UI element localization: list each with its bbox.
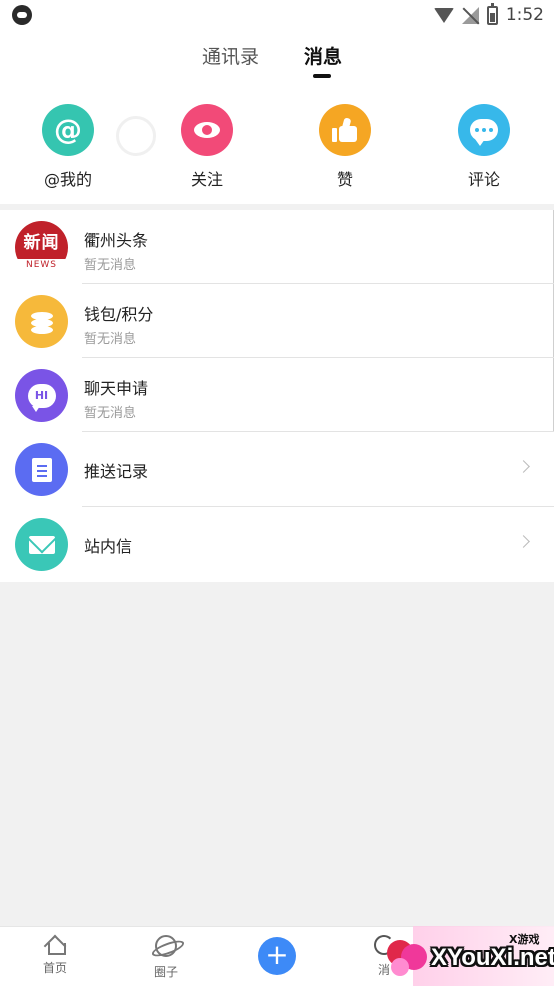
battery-icon (486, 2, 498, 25)
at-icon: @ (42, 104, 94, 156)
tab-contacts[interactable]: 通讯录 (202, 42, 259, 69)
nav-home[interactable]: 首页 (25, 935, 85, 976)
nav-label: 首页 (42, 961, 67, 975)
nav-circle[interactable]: 圈子 (136, 935, 196, 980)
quick-action-follow[interactable]: 关注 (162, 104, 252, 190)
list-item-wallet[interactable]: 钱包/积分 暂无消息 (0, 284, 554, 358)
quick-action-label: 赞 (336, 170, 353, 189)
gamepad-logo-icon (387, 934, 427, 978)
watermark-text: XYouXi.net (431, 944, 554, 971)
list-item-title: 聊天申请 (84, 379, 149, 398)
list-item-subtitle: 暂无消息 (84, 332, 137, 347)
list-item-inbox[interactable]: 站内信 (0, 507, 554, 582)
status-bar: 1:52 (0, 0, 554, 30)
eye-icon (181, 104, 233, 156)
chevron-right-icon (517, 460, 530, 473)
document-icon (15, 443, 68, 496)
tab-messages[interactable]: 消息 (304, 42, 342, 69)
quick-action-comments[interactable]: 评论 (439, 104, 529, 190)
list-item-title: 推送记录 (84, 462, 149, 481)
list-item-title: 衢州头条 (84, 231, 149, 250)
comment-icon (458, 104, 510, 156)
quick-action-likes[interactable]: 赞 (300, 104, 390, 190)
chat-hi-icon: HI (15, 369, 68, 422)
status-time: 1:52 (505, 5, 544, 25)
thumbs-up-icon (319, 104, 371, 156)
watermark: X游戏 XYouXi.net (383, 926, 554, 986)
tab-bar: 通讯录 消息 (0, 42, 554, 82)
list-item-title: 钱包/积分 (84, 305, 154, 324)
wifi-icon (433, 7, 454, 23)
quick-actions: @ @我的 关注 赞 评论 (0, 104, 554, 194)
header-panel: 1:52 通讯录 消息 @ @我的 关注 赞 评论 (0, 0, 554, 204)
active-tab-indicator (313, 74, 331, 78)
home-icon (45, 935, 66, 955)
list-item-chat-requests[interactable]: HI 聊天申请 暂无消息 (0, 358, 554, 432)
message-list: 新闻 NEWS 衢州头条 暂无消息 钱包/积分 暂无消息 HI 聊天申请 暂无消… (0, 210, 554, 582)
list-item-subtitle: 暂无消息 (84, 258, 137, 273)
nav-label: 圈子 (153, 965, 178, 979)
list-item-subtitle: 暂无消息 (84, 406, 137, 421)
list-item-push-records[interactable]: 推送记录 (0, 432, 554, 507)
chevron-right-icon (517, 535, 530, 548)
coins-icon (15, 295, 68, 348)
quick-action-label: @我的 (43, 170, 92, 189)
cloud-icon (12, 5, 32, 25)
mail-icon (15, 518, 68, 571)
add-button[interactable]: + (258, 937, 296, 975)
quick-action-label: 评论 (467, 170, 500, 189)
list-item-quzhou-headlines[interactable]: 新闻 NEWS 衢州头条 暂无消息 (0, 210, 554, 284)
list-item-title: 站内信 (84, 537, 133, 556)
status-indicators: 1:52 (433, 2, 544, 26)
quick-action-label: 关注 (190, 170, 223, 189)
quick-action-mentions[interactable]: @ @我的 (23, 104, 113, 190)
no-signal-icon (461, 6, 479, 24)
news-logo-icon: 新闻 NEWS (15, 221, 68, 274)
planet-icon (155, 935, 177, 957)
